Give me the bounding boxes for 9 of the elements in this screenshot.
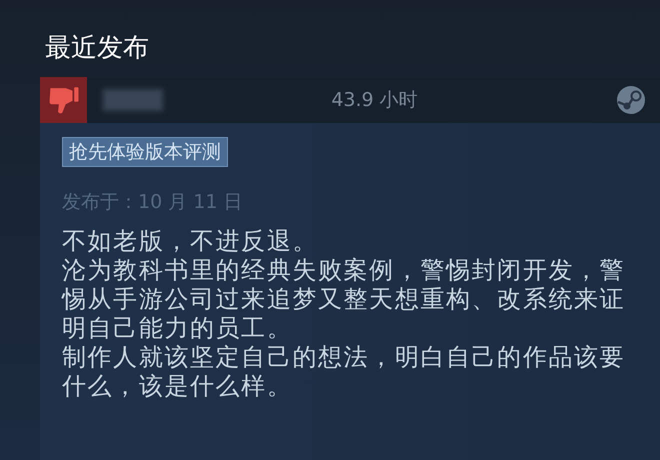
playtime: 43.9 小时 <box>330 88 419 113</box>
review-text: 制作人就该坚定自己的想法，明白自己的作品该要什么，该是什么样。 <box>62 343 626 401</box>
blurred-username <box>103 89 163 111</box>
review-text: 不如老版，不进反退。 <box>62 227 319 256</box>
steam-logo-icon <box>616 85 646 115</box>
early-access-tag: 抢先体验版本评测 <box>62 137 228 167</box>
posted-date: 发布于：10 月 11 日 <box>62 190 242 215</box>
section-title: 最近发布 <box>45 32 149 65</box>
review-text: 沦为教科书里的经典失败案例，警惕封闭开发，警惕从手游公司过来追梦又整天想重构、改系统来证明自己能力的员工。 <box>62 256 626 343</box>
